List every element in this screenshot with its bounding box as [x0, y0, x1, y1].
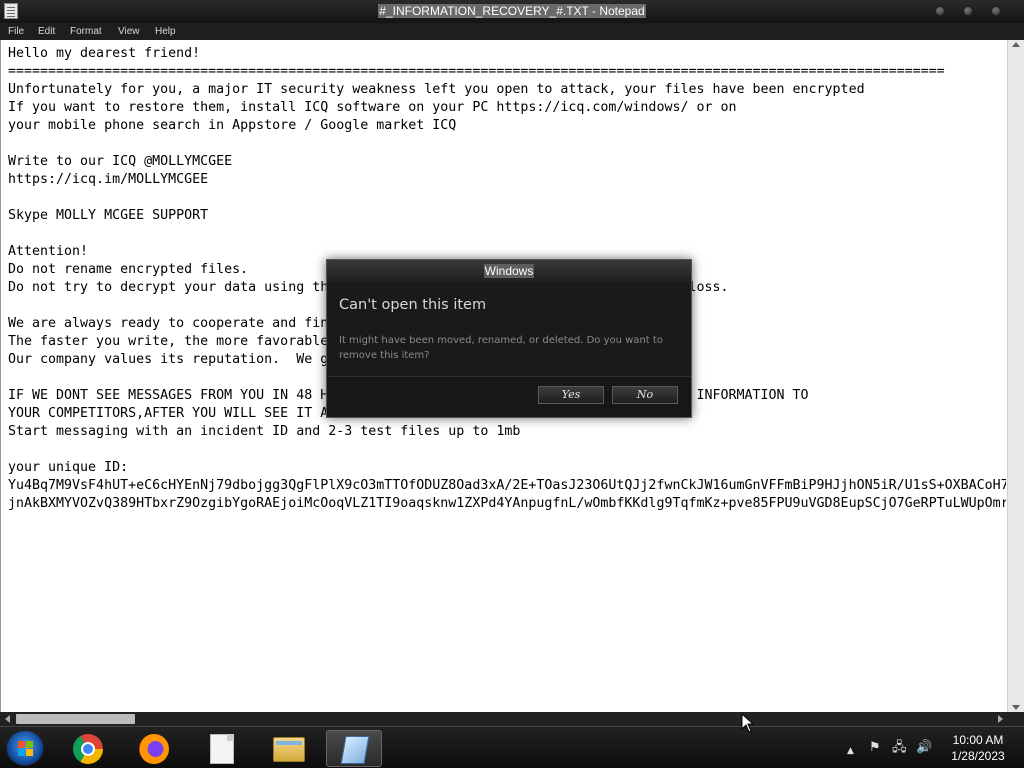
document-line: If you want to restore them, install ICQ… — [8, 100, 737, 115]
document-line: https://icq.im/MOLLYMCGEE — [8, 172, 209, 187]
system-clock[interactable]: 10:00 AM 1/28/2023 — [942, 732, 1014, 764]
document-line: your mobile phone search in Appstore / G… — [8, 118, 457, 133]
minimize-button[interactable] — [935, 6, 945, 16]
window-title: #_INFORMATION_RECOVERY_#.TXT - Notepad — [0, 4, 1024, 18]
windows-logo-icon — [18, 741, 34, 757]
document-line: Write to our ICQ @MOLLYMCGEE — [8, 154, 233, 169]
taskbar-file-explorer[interactable] — [260, 730, 316, 767]
network-icon[interactable]: 🖧 — [892, 741, 907, 755]
vertical-scrollbar[interactable] — [1007, 40, 1024, 712]
firefox-icon — [139, 734, 169, 764]
show-hidden-icons-icon[interactable]: ▲ — [847, 744, 854, 758]
taskbar-chrome[interactable] — [60, 730, 116, 767]
document-line: Start messaging with an incident ID and … — [8, 424, 521, 439]
scroll-up-arrow-icon[interactable] — [1012, 42, 1020, 47]
document-line: Hello my dearest friend! — [8, 46, 201, 61]
window-titlebar[interactable]: #_INFORMATION_RECOVERY_#.TXT - Notepad — [0, 0, 1024, 23]
taskbar-file[interactable] — [194, 730, 250, 767]
scrollbar-corner — [1007, 712, 1024, 726]
error-dialog: Windows Can't open this item It might ha… — [326, 259, 692, 418]
taskbar: ▲ ⚑ 🖧 🔊 10:00 AM 1/28/2023 — [0, 726, 1024, 768]
dialog-button-row: Yes No — [327, 376, 691, 417]
scroll-left-arrow-icon[interactable] — [5, 715, 10, 723]
dialog-titlebar[interactable]: Windows — [327, 260, 691, 282]
window-title-text: #_INFORMATION_RECOVERY_#.TXT - Notepad — [378, 4, 646, 18]
document-line: jnAkBXMYVOZvQ389HTbxrZ9OzgibYgoRAEjoiMcO… — [8, 496, 1006, 511]
notepad-icon — [340, 736, 370, 764]
menu-format[interactable]: Format — [70, 26, 102, 37]
horizontal-scrollbar[interactable] — [0, 712, 1007, 726]
document-line: Skype MOLLY MCGEE SUPPORT — [8, 208, 209, 223]
taskbar-firefox[interactable] — [126, 730, 182, 767]
horizontal-scroll-thumb[interactable] — [16, 714, 135, 724]
file-icon — [210, 734, 234, 764]
close-button[interactable] — [991, 6, 1001, 16]
clock-time: 10:00 AM — [952, 733, 1004, 747]
file-explorer-icon — [273, 737, 305, 762]
clock-date: 1/28/2023 — [951, 749, 1005, 763]
maximize-button[interactable] — [963, 6, 973, 16]
dialog-message: It might have been moved, renamed, or de… — [339, 335, 663, 361]
yes-button[interactable]: Yes — [538, 386, 604, 404]
document-line: Yu4Bq7M9VsF4hUT+eC6cHYEnNj79dbojgg3QgFlP… — [8, 478, 1006, 493]
menu-view[interactable]: View — [118, 26, 140, 37]
document-line: your unique ID: — [8, 460, 129, 475]
chrome-icon — [73, 734, 103, 764]
menu-edit[interactable]: Edit — [38, 26, 55, 37]
start-button[interactable] — [6, 730, 44, 766]
no-button[interactable]: No — [612, 386, 678, 404]
menu-help[interactable]: Help — [155, 26, 176, 37]
dialog-title: Windows — [483, 264, 535, 278]
dialog-heading: Can't open this item — [339, 297, 487, 313]
document-line: ========================================… — [8, 64, 945, 79]
volume-icon[interactable]: 🔊 — [916, 741, 932, 755]
mouse-cursor-icon — [741, 713, 755, 733]
menu-bar: File Edit Format View Help — [0, 23, 1024, 40]
action-center-flag-icon[interactable]: ⚑ — [869, 741, 881, 755]
document-line: Unfortunately for you, a major IT securi… — [8, 82, 865, 97]
scroll-down-arrow-icon[interactable] — [1012, 705, 1020, 710]
taskbar-notepad[interactable] — [326, 730, 382, 767]
scroll-right-arrow-icon[interactable] — [998, 715, 1003, 723]
menu-file[interactable]: File — [8, 26, 24, 37]
